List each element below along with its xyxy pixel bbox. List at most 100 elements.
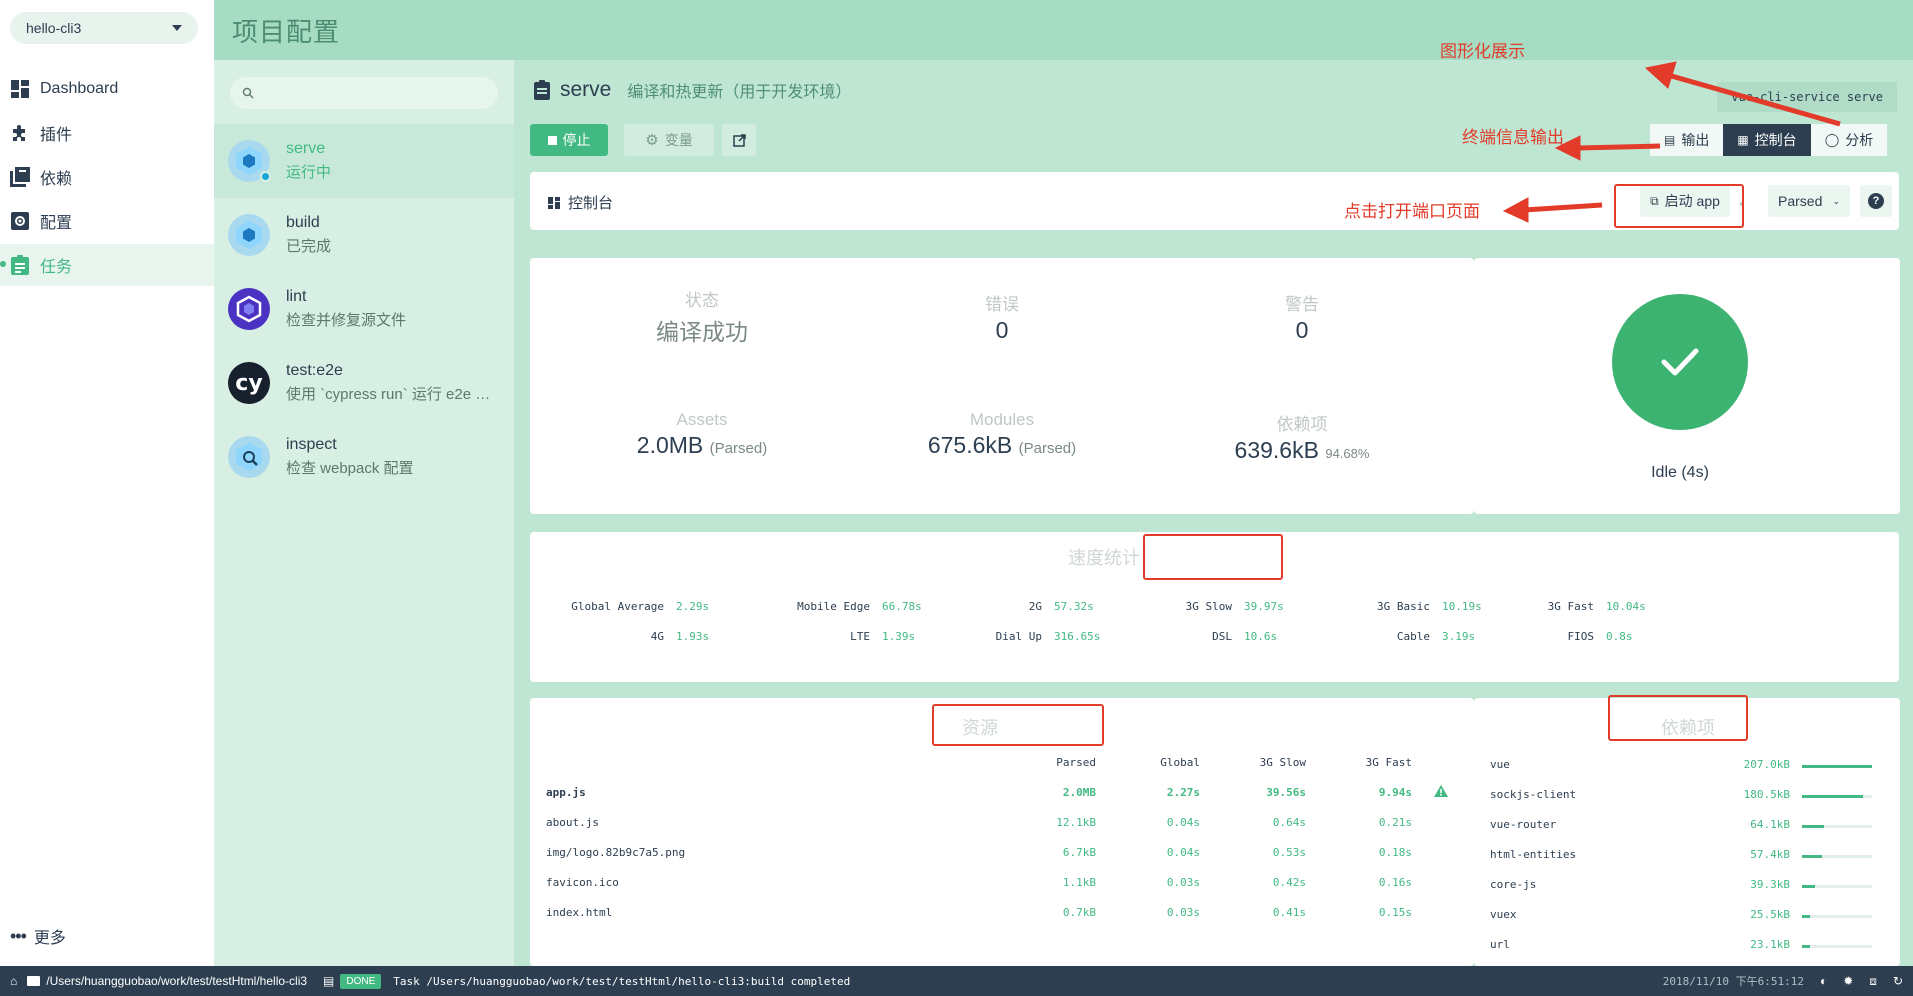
eslint-icon bbox=[228, 288, 270, 330]
project-selector[interactable]: hello-cli3 bbox=[10, 12, 198, 44]
project-path-text: /Users/huangguobao/work/test/testHtml/he… bbox=[46, 974, 308, 988]
table-header: Parsed Global 3G Slow 3G Fast bbox=[530, 756, 1474, 776]
task-command: vue-cli-service serve bbox=[1717, 82, 1897, 112]
dependency-bar bbox=[1802, 945, 1810, 948]
annotation-box-deps bbox=[1608, 695, 1748, 741]
refresh-icon[interactable]: ↻ bbox=[1893, 974, 1903, 988]
cypress-icon: cy bbox=[228, 362, 270, 404]
tab-analyzer[interactable]: ◯ 分析 bbox=[1810, 124, 1888, 156]
asset-cell: 0.16s bbox=[1378, 876, 1412, 889]
nav-item-tasks[interactable]: 任务 bbox=[0, 244, 214, 286]
task-title: serve bbox=[560, 78, 612, 101]
nav-item-plugins[interactable]: 插件 bbox=[0, 112, 214, 154]
variables-button[interactable]: ⚙ 变量 bbox=[624, 124, 714, 156]
bug-icon[interactable]: ✹ bbox=[1843, 974, 1853, 988]
open-external-button[interactable] bbox=[722, 124, 756, 156]
task-name: serve bbox=[286, 140, 326, 157]
nav-item-config[interactable]: 配置 bbox=[0, 200, 214, 242]
column-header: Parsed bbox=[1056, 756, 1096, 769]
stop-button[interactable]: 停止 bbox=[530, 124, 608, 156]
stat-value: 编译成功 bbox=[656, 319, 748, 345]
stat-warnings: 警告 0 bbox=[1152, 290, 1452, 344]
stat-label: 状态 bbox=[685, 291, 719, 310]
annotation-graph: 图形化展示 bbox=[1440, 42, 1525, 61]
task-name: build bbox=[286, 214, 320, 231]
dependency-bar-track bbox=[1802, 945, 1872, 948]
tab-output[interactable]: ▤ 输出 bbox=[1650, 124, 1724, 156]
stat-value: 0 bbox=[1295, 317, 1309, 343]
task-item-serve[interactable]: serve 运行中 bbox=[214, 124, 514, 198]
asset-name: index.html bbox=[546, 906, 613, 919]
gear-icon: ⚙ bbox=[645, 132, 659, 149]
asset-name: img/logo.82b9c7a5.png bbox=[546, 846, 686, 859]
stop-icon bbox=[547, 135, 557, 145]
status-bar: ⌂ /Users/huangguobao/work/test/testHtml/… bbox=[0, 966, 1913, 996]
dependency-name: url bbox=[1490, 938, 1510, 951]
size-mode-select[interactable]: Parsed ⌄ bbox=[1768, 185, 1850, 217]
stat-errors: 错误 0 bbox=[852, 290, 1152, 344]
nav-item-dependencies[interactable]: 依赖 bbox=[0, 156, 214, 198]
speed-value: 0.8s bbox=[1606, 630, 1633, 643]
project-name: hello-cli3 bbox=[26, 20, 82, 36]
asset-name: favicon.ico bbox=[546, 876, 619, 889]
annotation-box-launch bbox=[1614, 184, 1744, 228]
speed-entry: Mobile Edge 66.78s bbox=[774, 600, 922, 613]
stat-sub: 94.68% bbox=[1325, 446, 1370, 461]
speed-entry: FIOS 0.8s bbox=[1490, 630, 1633, 643]
speed-entry: Global Average 2.29s bbox=[546, 600, 709, 613]
stat-modules: Modules 675.6kB (Parsed) bbox=[852, 410, 1152, 459]
speed-row: Global Average 2.29s Mobile Edge 66.78s 2G 57… bbox=[530, 600, 1899, 620]
home-button[interactable]: ⌂ bbox=[10, 974, 17, 988]
task-item-test-e2e[interactable]: cy test:e2e 使用 `cypress run` 运行 e2e 测试 bbox=[214, 346, 514, 420]
asset-cell: 0.53s bbox=[1272, 846, 1306, 859]
nav-label: 依赖 bbox=[40, 171, 73, 188]
task-name: test:e2e bbox=[286, 362, 343, 379]
asset-cell: 0.21s bbox=[1378, 816, 1412, 829]
dependency-row: html-entities 57.4kB bbox=[1474, 848, 1900, 868]
help-button[interactable]: ? bbox=[1860, 185, 1892, 217]
chevron-down-icon: ⌄ bbox=[1832, 195, 1840, 206]
log-summary[interactable]: ▤ DONE Task /Users/huangguobao/work/test… bbox=[323, 973, 850, 989]
stat-value: 0 bbox=[995, 317, 1009, 343]
nav-more[interactable]: ••• 更多 bbox=[10, 924, 66, 948]
speed-entry: 4G 1.93s bbox=[546, 630, 709, 643]
dashboard-icon: ▦ bbox=[1737, 133, 1749, 147]
column-header: 3G Slow bbox=[1259, 756, 1306, 769]
top-bar: 项目配置 bbox=[214, 0, 1913, 60]
stat-status: 状态 编译成功 bbox=[552, 286, 852, 347]
speed-key: Global Average bbox=[571, 600, 664, 613]
speed-key: FIOS bbox=[1567, 630, 1595, 643]
speed-key: Mobile Edge bbox=[797, 600, 870, 613]
speed-key: 3G Fast bbox=[1547, 600, 1594, 613]
column-header: Global bbox=[1160, 756, 1200, 769]
dependency-bar bbox=[1802, 765, 1872, 768]
task-item-lint[interactable]: lint 检查并修复源文件 bbox=[214, 272, 514, 346]
assignment-icon bbox=[10, 255, 30, 275]
contrast-icon[interactable]: ◐ bbox=[1820, 974, 1827, 988]
dependency-size: 23.1kB bbox=[1750, 938, 1790, 951]
task-item-inspect[interactable]: inspect 检查 webpack 配置 bbox=[214, 420, 514, 494]
translate-icon[interactable]: ⧈ bbox=[1869, 974, 1877, 989]
build-status-card: Idle (4s) bbox=[1474, 258, 1900, 514]
asset-cell: 0.03s bbox=[1166, 876, 1200, 889]
task-item-build[interactable]: build 已完成 bbox=[214, 198, 514, 272]
speed-key: 3G Slow bbox=[1185, 600, 1232, 613]
asset-cell: 0.42s bbox=[1272, 876, 1306, 889]
nav-item-dashboard[interactable]: Dashboard bbox=[0, 68, 214, 110]
task-header: serve 编译和热更新（用于开发环境） bbox=[534, 78, 851, 102]
settings-icon bbox=[10, 211, 30, 231]
stat-dependencies: 依赖项 639.6kB 94.68% bbox=[1152, 410, 1452, 464]
speed-value: 10.19s bbox=[1442, 600, 1482, 613]
dependency-row: vue-router 64.1kB bbox=[1474, 818, 1900, 838]
puzzle-icon bbox=[10, 123, 30, 143]
asset-cell: 0.04s bbox=[1166, 846, 1200, 859]
speed-entry: Cable 3.19s bbox=[1318, 630, 1475, 643]
project-path[interactable]: /Users/huangguobao/work/test/testHtml/he… bbox=[27, 974, 307, 988]
speed-value: 66.78s bbox=[882, 600, 922, 613]
task-list: serve 运行中 build 已完成 lint 检查并修复源文件 cy tes… bbox=[214, 60, 514, 966]
tab-dashboard[interactable]: ▦ 控制台 bbox=[1723, 124, 1811, 156]
dependency-bar bbox=[1802, 885, 1816, 888]
dependency-bar-track bbox=[1802, 915, 1872, 918]
status-text: Idle (4s) bbox=[1651, 464, 1709, 481]
search-input[interactable] bbox=[262, 85, 482, 101]
